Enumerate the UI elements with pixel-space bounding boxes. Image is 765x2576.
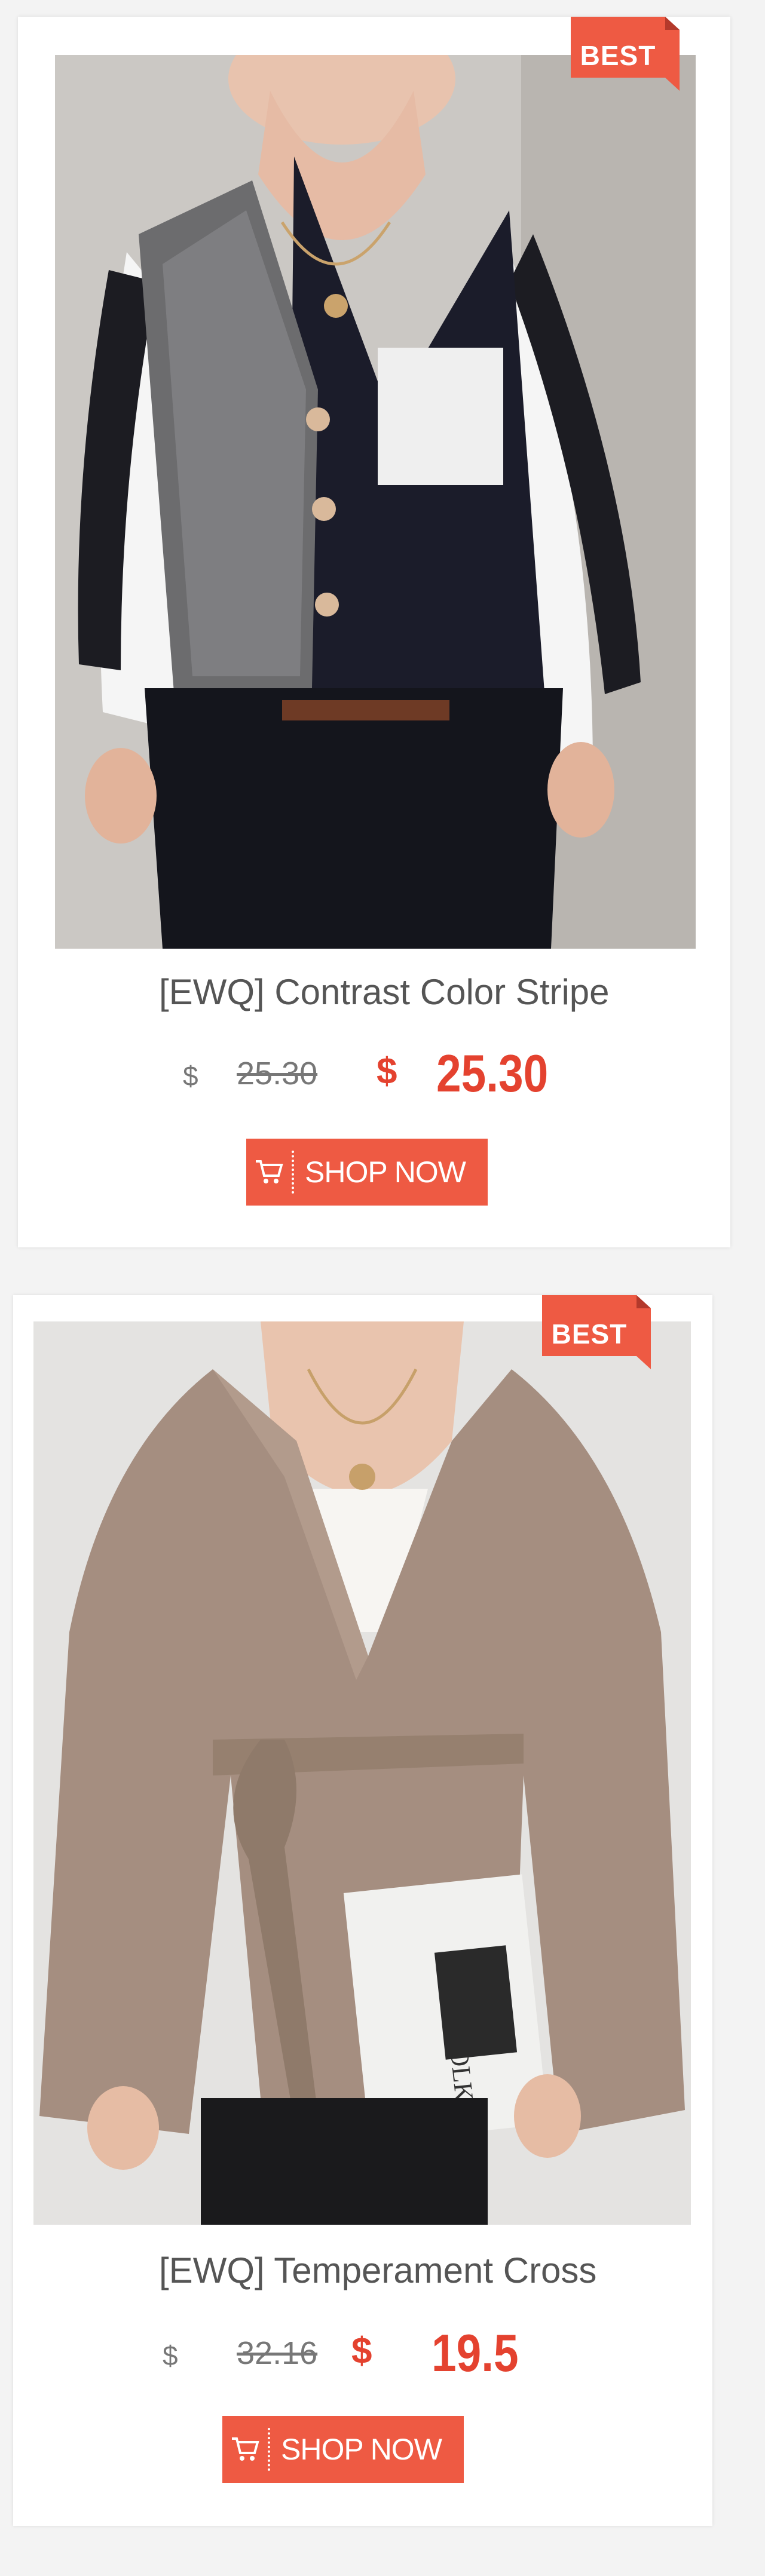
- original-currency: $: [183, 1060, 198, 1091]
- button-separator: [268, 2428, 270, 2471]
- badge-label: BEST: [551, 1318, 628, 1350]
- original-price: 32.16: [237, 2335, 318, 2371]
- product-title[interactable]: [EWQ] Temperament Cross: [159, 2250, 596, 2291]
- shopping-cart-icon: [222, 2416, 268, 2483]
- sale-currency: $: [377, 1051, 397, 1092]
- badge-label: BEST: [580, 40, 656, 71]
- sale-currency: $: [351, 2330, 372, 2372]
- best-badge: BEST: [542, 1295, 651, 1369]
- shop-now-label: SHOP NOW: [305, 1155, 466, 1189]
- wrap-cardigan-photo: KINFOLK: [33, 1321, 691, 2225]
- original-currency: $: [163, 2340, 178, 2371]
- button-separator: [292, 1151, 294, 1194]
- cardigan-photo: [55, 55, 696, 949]
- original-price: 25.30: [237, 1056, 318, 1091]
- product-card: KINFOLK BEST [EWQ] Temperament Cross $ 3…: [13, 1295, 712, 2526]
- sale-price: 19.5: [432, 2323, 519, 2382]
- product-card: BEST [EWQ] Contrast Color Stripe $ 25.30…: [18, 17, 730, 1247]
- product-image[interactable]: KINFOLK: [33, 1321, 691, 2225]
- shop-now-button[interactable]: SHOP NOW: [222, 2416, 464, 2483]
- product-image[interactable]: [55, 55, 696, 949]
- shop-now-label: SHOP NOW: [281, 2433, 442, 2466]
- shop-now-button[interactable]: SHOP NOW: [246, 1139, 488, 1206]
- sale-price: 25.30: [436, 1044, 549, 1103]
- product-title[interactable]: [EWQ] Contrast Color Stripe: [159, 971, 610, 1013]
- shopping-cart-icon: [246, 1139, 292, 1206]
- best-badge: BEST: [571, 17, 680, 91]
